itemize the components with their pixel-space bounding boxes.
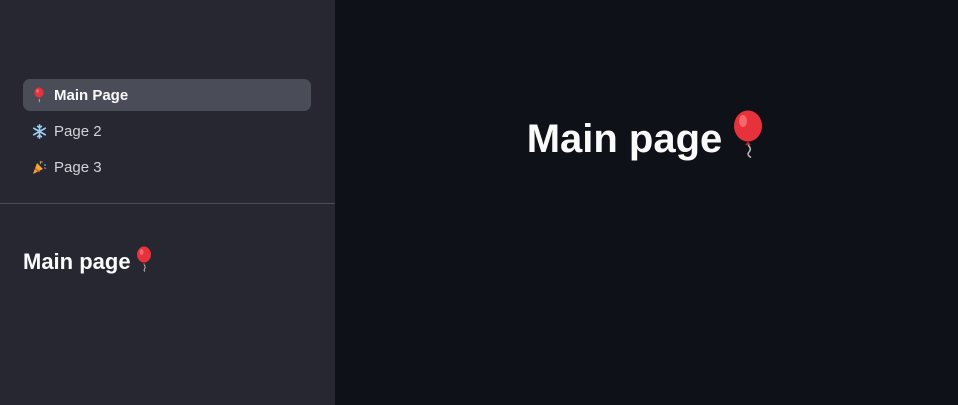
sidebar-item-label: Page 2 — [54, 122, 102, 140]
balloon-icon — [135, 246, 153, 278]
party-popper-icon — [31, 159, 47, 175]
page-title: Main page — [335, 110, 958, 168]
snowflake-icon — [31, 123, 47, 139]
balloon-icon — [31, 87, 47, 103]
page-title-text: Main page — [526, 116, 723, 161]
sidebar-item-page-2[interactable]: Page 2 — [23, 115, 311, 147]
balloon-icon — [730, 110, 766, 168]
sidebar-item-main-page[interactable]: Main Page — [23, 79, 311, 111]
sidebar-item-page-3[interactable]: Page 3 — [23, 151, 311, 183]
sidebar-nav: Main Page Page 2 Page 3 — [23, 79, 311, 187]
main-content: Main page — [335, 0, 958, 405]
sidebar: Main Page Page 2 Page 3 Main page — [0, 0, 335, 405]
app-window: Main Page Page 2 Page 3 Main page Main p… — [0, 0, 958, 405]
sidebar-heading: Main page — [23, 246, 153, 278]
sidebar-heading-text: Main page — [23, 249, 131, 274]
sidebar-item-label: Main Page — [54, 86, 129, 104]
sidebar-item-label: Page 3 — [54, 158, 102, 176]
sidebar-divider — [0, 203, 335, 204]
